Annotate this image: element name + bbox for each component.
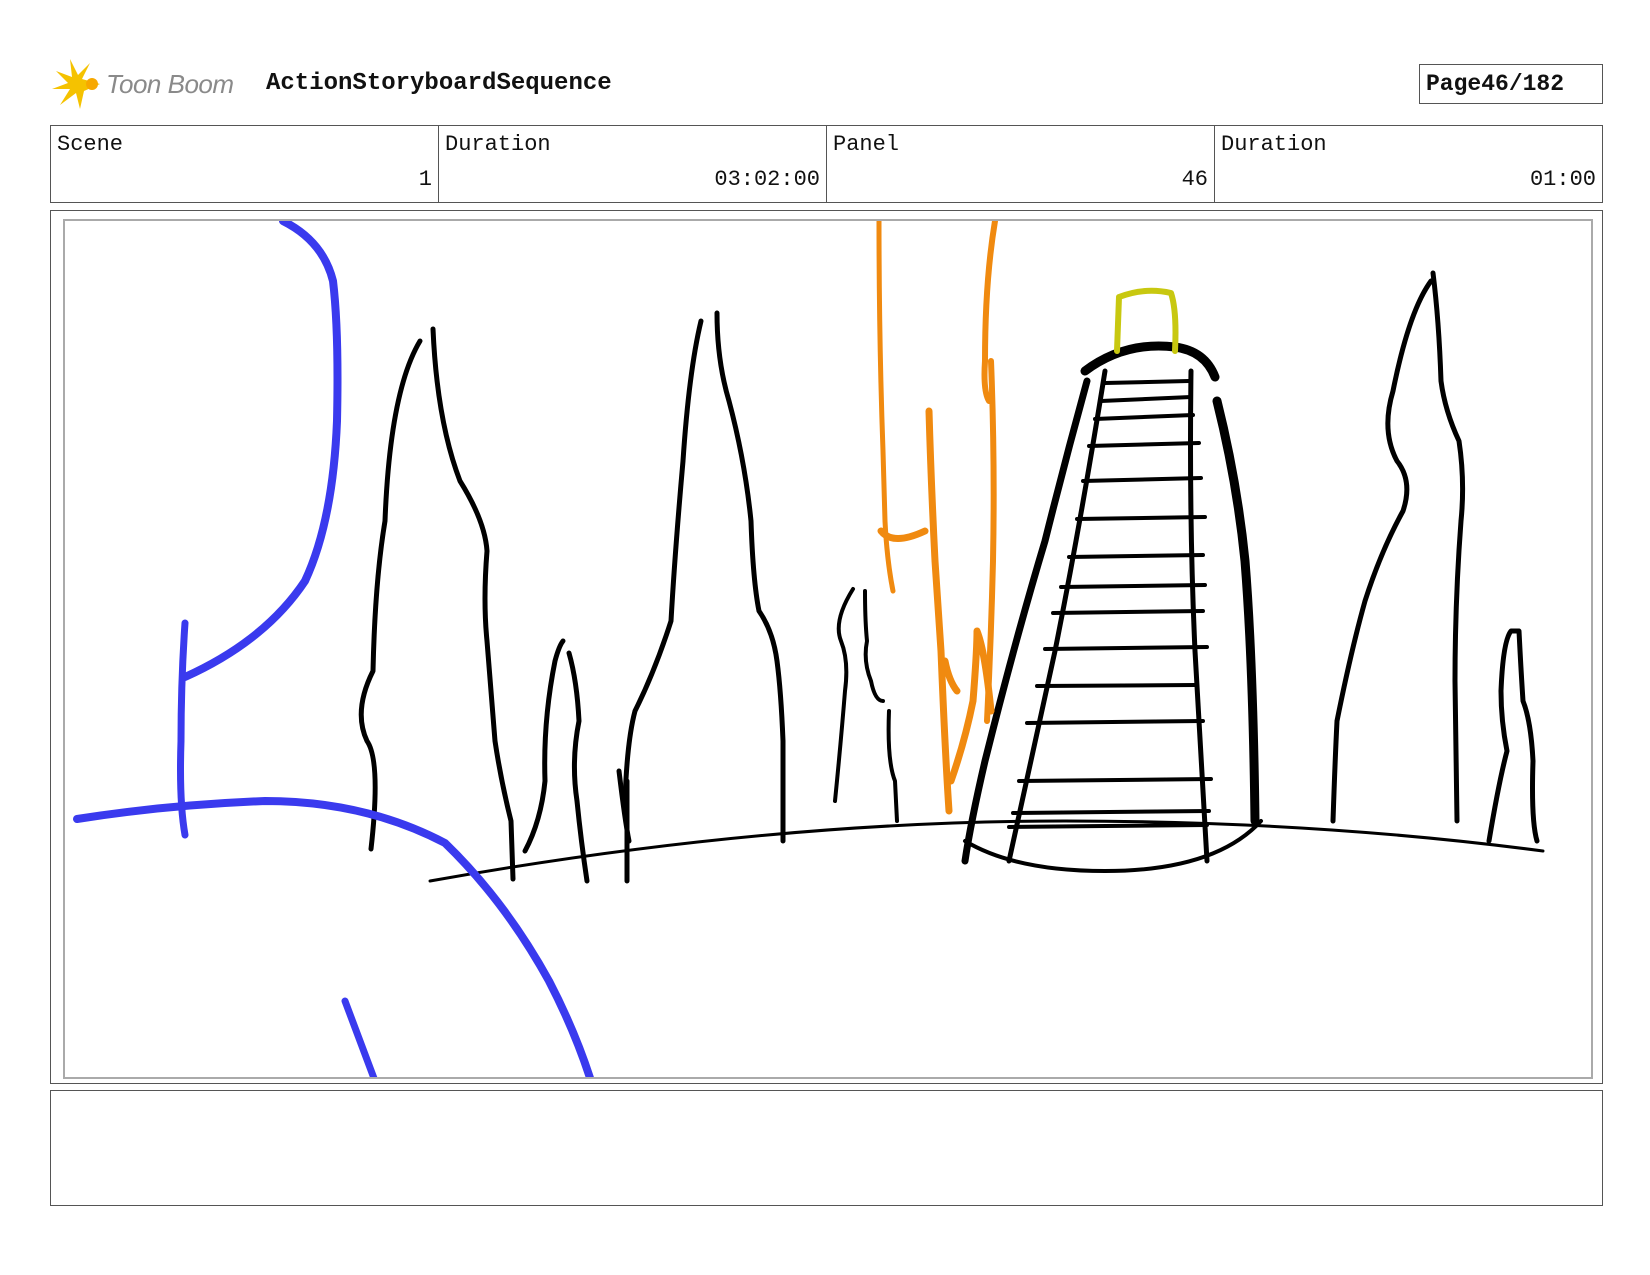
panel-duration-label: Duration (1221, 132, 1327, 157)
page-value: 46/182 (1481, 71, 1565, 97)
spire-right-right (1430, 270, 1466, 824)
toon-boom-star-icon (52, 59, 100, 109)
panel-cell: Panel 46 (827, 126, 1215, 202)
page-indicator: Page 46/182 (1419, 64, 1603, 104)
toon-boom-logo: Toon Boom (52, 57, 234, 111)
panel-notes-area[interactable] (50, 1090, 1603, 1206)
panel-duration-cell: Duration 01:00 (1215, 126, 1602, 202)
orange-beam-2 (981, 221, 998, 724)
tower-right-edge (1212, 396, 1260, 826)
panel-label: Panel (833, 132, 900, 157)
storyboard-sketch (73, 221, 1545, 1077)
scene-cell: Scene 1 (51, 126, 439, 202)
blue-figure-top (181, 221, 342, 681)
logo-text: Toon Boom (106, 68, 234, 99)
tower-rungs (1007, 379, 1213, 829)
orange-beam-3 (925, 407, 953, 815)
panel-value: 46 (1181, 167, 1208, 192)
page-label: Page (1426, 71, 1482, 97)
scene-label: Scene (57, 132, 124, 157)
spire-right-left (1330, 278, 1434, 824)
scene-value: 1 (418, 167, 432, 192)
panel-duration-value: 01:00 (1529, 167, 1596, 192)
spire-1 (358, 338, 423, 852)
blue-figure-stub (341, 997, 378, 1077)
spire-3-left (622, 318, 704, 804)
spire-far-right (1486, 628, 1540, 844)
spire-2-left (522, 638, 566, 854)
spire-2-right (566, 650, 590, 884)
scene-duration-value: 03:02:00 (714, 167, 820, 192)
scene-duration-cell: Duration 03:02:00 (439, 126, 827, 202)
storyboard-panel-frame (50, 210, 1603, 1084)
panel-info-table: Scene 1 Duration 03:02:00 Panel 46 Durat… (50, 125, 1603, 203)
small-tower-left (833, 587, 855, 803)
scene-duration-label: Duration (445, 132, 551, 157)
spire-1-right (430, 326, 516, 882)
storyboard-drawing-area[interactable] (63, 219, 1593, 1079)
sequence-title: ActionStoryboardSequence (266, 70, 612, 97)
spire-3-right (714, 310, 786, 844)
small-tower-right (863, 589, 899, 823)
